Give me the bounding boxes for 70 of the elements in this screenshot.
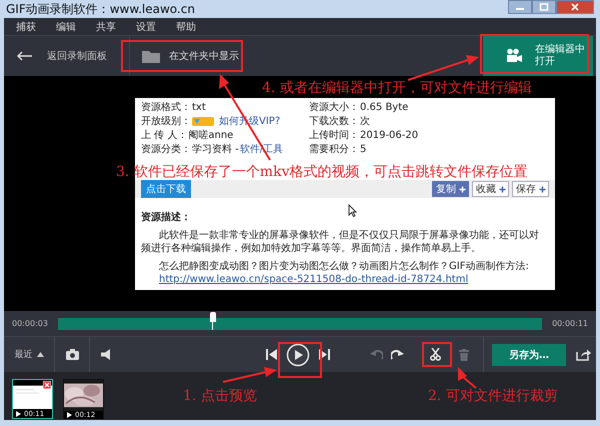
arrow bbox=[408, 55, 479, 81]
field-label: 资源大小： bbox=[309, 100, 359, 114]
field-value: 2019-06-20 bbox=[360, 130, 418, 140]
play-icon bbox=[67, 412, 72, 418]
highlight-frame bbox=[278, 342, 322, 378]
description-text: 此软件是一款非常专业的屏幕录像软件，但是不仅仅只局限于屏幕录像功能，还可以对 bbox=[158, 229, 540, 242]
field-label: 资源分类： bbox=[141, 142, 191, 156]
speaker-icon[interactable] bbox=[101, 349, 113, 360]
menu-item[interactable]: 设置 bbox=[136, 20, 156, 34]
description-text: 频进行各种编辑操作，例如加特效加字幕等等。界面简洁，操作简单易上手。 bbox=[141, 242, 482, 255]
play-icon bbox=[16, 410, 21, 417]
field-label: 资源格式： bbox=[141, 100, 191, 114]
remove-clip-icon[interactable] bbox=[43, 381, 51, 389]
field-value: 阉嗟anne bbox=[188, 128, 234, 142]
vip-badge-icon bbox=[192, 116, 214, 126]
section-heading: 资源描述： bbox=[141, 210, 191, 224]
show-in-folder-button[interactable]: 在文件夹中显示 bbox=[135, 36, 245, 76]
field-value: 次 bbox=[360, 115, 370, 128]
action-button[interactable]: 收藏 bbox=[472, 181, 509, 197]
menu-item[interactable]: 捕获 bbox=[16, 20, 36, 34]
movie-camera-icon bbox=[505, 48, 523, 64]
download-button[interactable]: 点击下载 bbox=[141, 180, 191, 198]
timeline-track[interactable] bbox=[58, 312, 542, 330]
menu-item[interactable]: 帮助 bbox=[176, 20, 196, 34]
scissors-icon[interactable] bbox=[430, 348, 441, 361]
redo-icon[interactable] bbox=[391, 349, 404, 360]
question-text: 怎么把静图变成动图？图片变为动图怎么做？动画图片怎么制作？GIF动画制作方法: bbox=[159, 260, 530, 273]
close-icon bbox=[570, 3, 580, 11]
arrow bbox=[222, 367, 277, 383]
field-label: 上传时间： bbox=[309, 128, 359, 142]
menu-item[interactable]: 编辑 bbox=[56, 20, 76, 34]
annotation-text: 2. 可对文件进行裁剪 bbox=[428, 387, 558, 405]
open-in-editor-button[interactable]: 在编辑器中打开 bbox=[483, 36, 593, 76]
field-label: 下载次数： bbox=[309, 114, 359, 128]
folder-icon bbox=[141, 48, 161, 64]
camera-icon[interactable] bbox=[66, 349, 78, 360]
maximize-button[interactable] bbox=[532, 0, 556, 14]
next-icon[interactable] bbox=[319, 349, 330, 360]
window-title: GIF动画录制软件：www.leawo.cn bbox=[6, 0, 195, 18]
share-icon[interactable] bbox=[576, 348, 591, 361]
previous-icon[interactable] bbox=[266, 349, 277, 360]
plus-icon bbox=[538, 184, 547, 194]
field-value: 5 bbox=[360, 144, 366, 154]
save-as-button[interactable]: 另存为… bbox=[492, 344, 566, 366]
field-label: 上 传 人： bbox=[141, 128, 188, 142]
caret-icon bbox=[36, 352, 44, 357]
action-button[interactable]: 保存 bbox=[512, 181, 549, 197]
maximize-icon bbox=[539, 3, 549, 11]
highlight-frame bbox=[422, 342, 452, 367]
annotation-text: 1. 点击预览 bbox=[183, 387, 257, 405]
field-value: txt bbox=[192, 102, 206, 112]
annotation-text: 4. 或者在编辑器中打开，可对文件进行编辑 bbox=[262, 79, 532, 97]
plus-icon bbox=[458, 184, 467, 194]
menu-item[interactable]: 共享 bbox=[96, 20, 116, 34]
action-button[interactable]: 复制 bbox=[432, 181, 469, 197]
close-button[interactable] bbox=[556, 0, 594, 14]
minimize-button[interactable] bbox=[508, 0, 532, 14]
field-value: 学习资料 - bbox=[192, 142, 239, 156]
total-time: 00:00:11 bbox=[552, 319, 588, 328]
mouse-cursor-icon bbox=[348, 204, 357, 217]
current-time: 00:00:03 bbox=[12, 319, 48, 328]
field-label: 开放级别： bbox=[141, 115, 191, 128]
page-link[interactable]: http://www.leawo.cn/space-5211508-do-thread-id-78724.html bbox=[159, 273, 555, 286]
back-arrow-icon bbox=[17, 51, 33, 61]
plus-icon bbox=[498, 184, 507, 194]
playhead-handle[interactable] bbox=[210, 312, 216, 330]
arrow bbox=[458, 367, 477, 389]
play-button[interactable] bbox=[286, 342, 310, 366]
field-label: 需要积分： bbox=[309, 143, 359, 156]
field-value: 0.65 Byte bbox=[360, 102, 408, 112]
